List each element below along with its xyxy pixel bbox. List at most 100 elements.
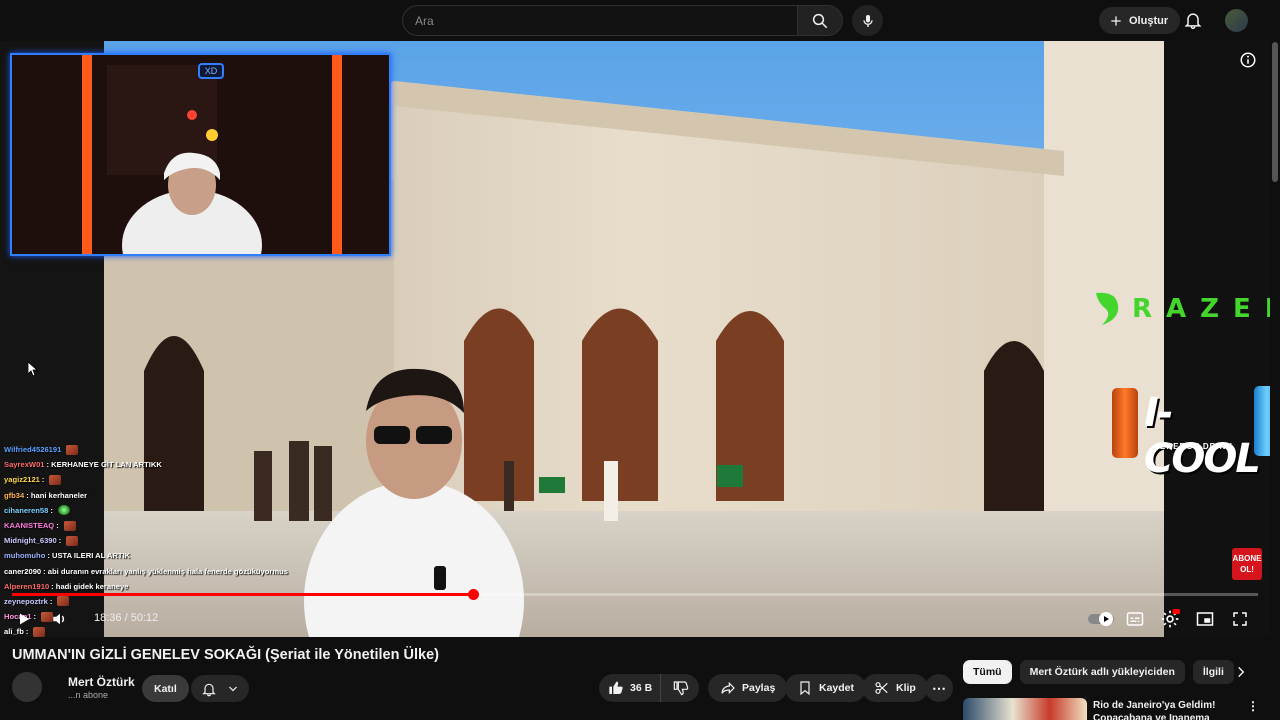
chat-message: Midnight_6390 :	[0, 533, 300, 548]
icool-can-orange-icon	[1112, 388, 1138, 458]
play-icon	[20, 613, 30, 625]
chat-text: : abi duranın evrakları yanlış yüklenmiş…	[43, 566, 288, 576]
miniplayer-icon	[1196, 612, 1214, 626]
recommended-video-item[interactable]: Rio de Janeiro'ya Geldim! Copacabana ve …	[963, 698, 1263, 720]
join-button[interactable]: Katıl	[142, 675, 189, 702]
thumbs-down-icon	[673, 681, 688, 696]
fullscreen-icon	[1233, 612, 1247, 626]
dislike-button[interactable]	[662, 674, 699, 702]
more-actions-button[interactable]: ⋯	[925, 674, 953, 702]
save-button[interactable]: Kaydet	[785, 674, 867, 702]
info-icon[interactable]	[1239, 51, 1257, 69]
play-button[interactable]	[12, 607, 36, 631]
scissors-icon	[875, 682, 888, 694]
like-button[interactable]: 36 B	[599, 674, 661, 702]
chat-username: Midnight_6390	[4, 536, 57, 546]
chat-message: Wilfried4526191	[0, 442, 300, 457]
razer-snake-icon	[1096, 292, 1119, 325]
settings-button[interactable]	[1158, 607, 1182, 631]
voice-search-button[interactable]	[852, 5, 883, 36]
clip-label: Klip	[896, 682, 916, 694]
chat-message: gfb34 : hani kerhaneler	[0, 488, 300, 503]
bell-icon	[202, 683, 216, 696]
search-icon	[812, 13, 828, 28]
chat-emote-icon	[66, 444, 79, 455]
chip-all[interactable]: Tümü	[963, 660, 1012, 684]
chat-message: KAANISTEAQ :	[0, 518, 300, 533]
chat-message: yagiz2121 :	[0, 472, 300, 487]
chat-username: cihaneren58	[4, 505, 49, 515]
icool-can-blue-icon	[1254, 386, 1270, 456]
streamer-webcam-overlay: XD	[10, 53, 391, 256]
chat-emote-icon	[57, 505, 70, 516]
search-button[interactable]	[797, 5, 843, 36]
subtitles-button[interactable]	[1123, 607, 1147, 631]
player-controls: 18:36 / 50:12	[0, 601, 1270, 637]
chat-message: Alperen1910 : hadi gidek keraneye	[0, 579, 300, 594]
chat-username: muhomuho	[4, 551, 46, 561]
recommended-video-title[interactable]: Rio de Janeiro'ya Geldim! Copacabana ve …	[1093, 699, 1243, 720]
scrollbar-thumb[interactable]	[1272, 42, 1278, 182]
chips-next-button[interactable]	[1229, 660, 1253, 684]
top-bar: Oluştur	[0, 0, 1280, 41]
chat-text: : hadi gidek keraneye	[51, 581, 129, 591]
chat-username: Wilfried4526191	[4, 445, 62, 455]
chevron-down-icon	[229, 686, 237, 691]
recommended-video-menu-icon[interactable]: ⋮	[1247, 699, 1259, 713]
chat-username: gfb34	[4, 490, 25, 500]
chat-emote-icon	[63, 520, 76, 531]
create-button[interactable]: Oluştur	[1099, 7, 1181, 34]
chat-message: cihaneren58 :	[0, 503, 300, 518]
chat-username: KAANISTEAQ	[4, 521, 55, 531]
channel-name[interactable]: Mert Öztürk	[68, 675, 135, 689]
microphone-icon	[862, 14, 873, 27]
razer-sponsor-logo: RAZER	[1090, 289, 1270, 329]
share-button[interactable]: Paylaş	[708, 674, 788, 702]
share-label: Paylaş	[742, 682, 776, 694]
progress-bar[interactable]	[12, 589, 1258, 600]
webcam-logo-badge: XD	[198, 63, 224, 79]
account-avatar[interactable]	[1225, 9, 1248, 32]
chat-message: SayrexW01 : KERHANEYE GİT LAN ARTIKK	[0, 457, 300, 472]
abone-line1: ABONE	[1232, 554, 1262, 563]
chat-text: : KERHANEYE GİT LAN ARTIKK	[46, 460, 162, 470]
channel-avatar[interactable]	[12, 672, 42, 702]
create-label: Oluştur	[1129, 14, 1169, 27]
fullscreen-button[interactable]	[1228, 607, 1252, 631]
chat-message: caner2090 : abi duranın evrakları yanlış…	[0, 564, 300, 579]
thumbs-up-icon	[609, 681, 623, 694]
page-scrollbar[interactable]	[1270, 0, 1280, 720]
chip-from-uploader[interactable]: Mert Öztürk adlı yükleyiciden	[1019, 660, 1185, 684]
subscribe-reminder-badge: ABONE OL!	[1232, 548, 1262, 580]
settings-gear-icon	[1161, 609, 1180, 628]
plus-icon	[1111, 15, 1121, 26]
chat-text: : USTA ILERI AL ARTIK	[47, 551, 131, 561]
chat-message: muhomuho : USTA ILERI AL ARTIK	[0, 548, 300, 563]
chat-username: yagiz2121	[4, 475, 40, 485]
more-horizontal-icon: ⋯	[932, 679, 946, 696]
chat-username: SayrexW01	[4, 460, 45, 470]
progress-scrubber-handle[interactable]	[468, 589, 480, 600]
icool-wordmark: I-COOL	[1144, 390, 1261, 482]
clip-button[interactable]: Klip	[862, 674, 928, 702]
progress-played	[12, 593, 474, 596]
autoplay-toggle-icon	[1088, 612, 1114, 626]
recommended-video-thumbnail[interactable]	[963, 698, 1087, 720]
icool-sponsor-logo: I-COOL ENERGY DRINK	[1112, 386, 1270, 482]
miniplayer-button[interactable]	[1193, 607, 1217, 631]
autoplay-toggle[interactable]	[1088, 607, 1114, 631]
channel-subscriber-count: ...n abone	[68, 690, 109, 700]
chat-emote-icon	[66, 535, 79, 546]
video-title: UMMAN'IN GİZLİ GENELEV SOKAĞI (Şeriat il…	[12, 647, 439, 663]
subscription-notifications-button[interactable]	[191, 675, 249, 702]
subtitles-icon	[1126, 612, 1144, 626]
abone-line2: OL!	[1240, 565, 1254, 574]
bookmark-icon	[800, 681, 810, 696]
search-bar	[402, 5, 843, 36]
search-input[interactable]	[402, 5, 797, 36]
notifications-bell-icon[interactable]	[1183, 10, 1203, 30]
chip-related[interactable]: İlgili	[1192, 660, 1234, 684]
video-player[interactable]: XD RAZER I-COOL ENERGY DRINK ABONE OL! W…	[0, 41, 1270, 637]
volume-button[interactable]	[48, 607, 72, 631]
youtube-watch-page: Oluştur	[0, 0, 1280, 720]
